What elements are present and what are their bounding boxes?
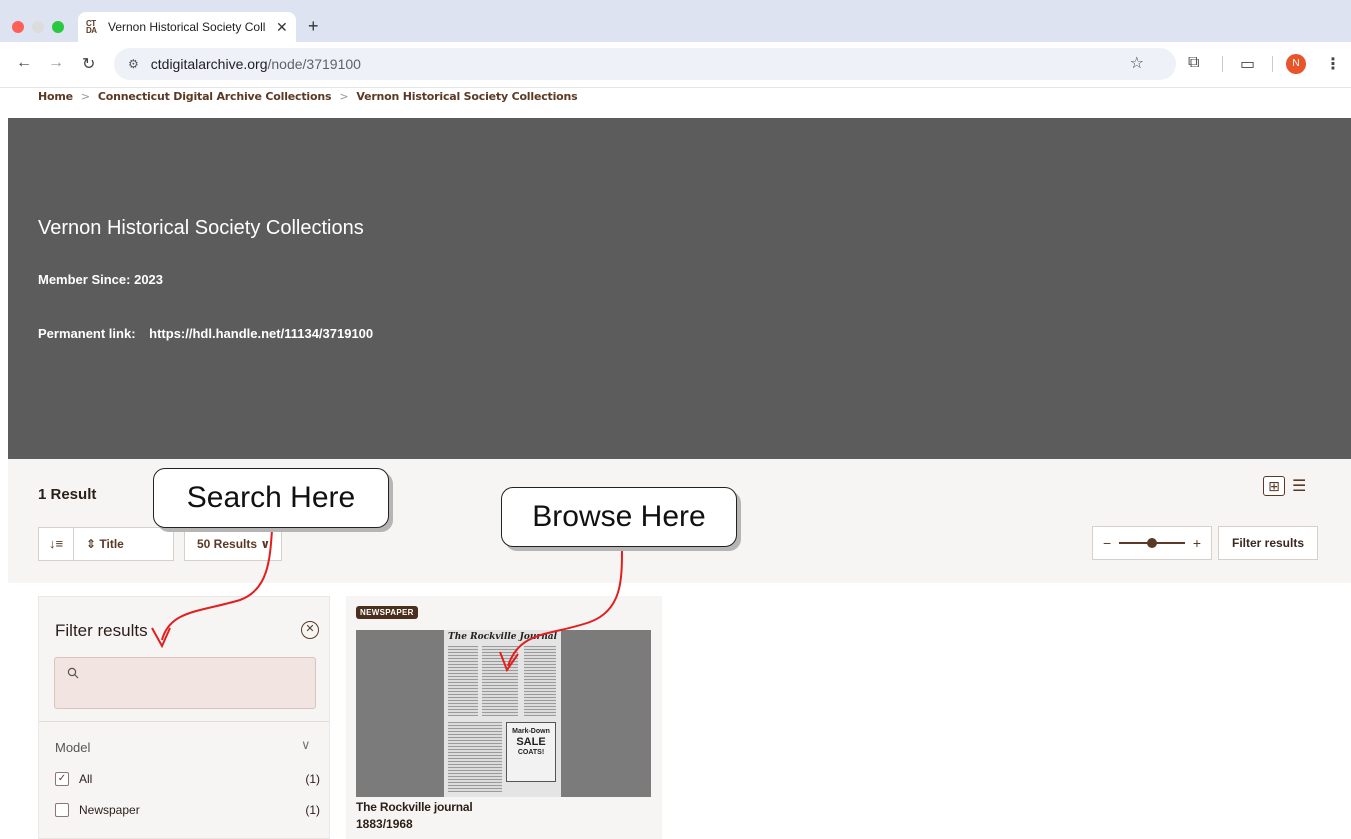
url-path: /node/3719100 — [267, 56, 361, 72]
sort-direction-icon[interactable]: ↓≡ — [38, 527, 74, 561]
kebab-menu-icon[interactable]: ⋮ — [1325, 54, 1341, 74]
breadcrumb: Home > Connecticut Digital Archive Colle… — [38, 90, 578, 103]
results-per-page-select[interactable]: 50 Results ∨ — [184, 527, 282, 561]
browse-here-callout: Browse Here — [501, 487, 737, 547]
item-type-badge: NEWSPAPER — [356, 606, 418, 619]
forward-arrow-icon[interactable]: → — [48, 54, 64, 72]
profile-avatar[interactable]: N — [1286, 54, 1306, 74]
breadcrumb-cda-collections[interactable]: Connecticut Digital Archive Collections — [98, 90, 332, 103]
thumbnail-masthead: The Rockville Journal — [448, 632, 557, 642]
member-since: Member Since: 2023 — [38, 272, 164, 287]
zoom-in-icon[interactable]: + — [1193, 535, 1201, 551]
browser-tab-active[interactable]: CT DA Vernon Historical Society Coll ✕ — [78, 12, 296, 42]
site-settings-icon[interactable]: ⚙ — [128, 57, 139, 71]
newspaper-page-image: The Rockville Journal Mark-Down SALE COA… — [444, 630, 561, 797]
item-date: 1883/1968 — [356, 817, 413, 831]
checkbox-unchecked[interactable] — [55, 803, 69, 817]
facet-label: All — [79, 772, 93, 786]
search-icon — [67, 667, 79, 682]
zoom-out-icon[interactable]: − — [1103, 535, 1111, 551]
facet-count: (1) — [305, 772, 320, 786]
extensions-icon[interactable]: ⧉ — [1188, 54, 1199, 72]
filter-results-button[interactable]: Filter results — [1218, 526, 1318, 560]
cast-icon[interactable]: ▭ — [1240, 54, 1255, 74]
result-card[interactable]: NEWSPAPER The Rockville Journal Mark-Dow… — [346, 596, 662, 839]
facet-label: Newspaper — [79, 803, 140, 817]
thumbnail-ad: Mark-Down SALE COATS! — [506, 722, 556, 782]
breadcrumb-separator: > — [339, 90, 349, 103]
filter-search-box[interactable] — [54, 657, 316, 709]
list-view-icon[interactable]: ☰ — [1292, 476, 1306, 496]
tab-favicon-icon: CT DA — [86, 19, 97, 35]
window-close-dot[interactable] — [12, 21, 24, 33]
close-circle-icon[interactable]: ✕ — [301, 621, 319, 639]
thumbnail-ad-line2: SALE — [516, 736, 546, 748]
item-thumbnail[interactable]: The Rockville Journal Mark-Down SALE COA… — [356, 630, 651, 797]
search-here-callout: Search Here — [153, 468, 389, 528]
sort-field-select[interactable]: ⇕ Title — [74, 527, 174, 561]
sidebar-divider — [39, 721, 329, 722]
toolbar-divider — [1272, 56, 1273, 72]
filter-sidebar: Filter results ✕ Model ∨ ✓ All (1) Newsp… — [38, 596, 330, 839]
bookmark-star-icon[interactable]: ☆ — [1130, 53, 1144, 73]
filter-title: Filter results — [55, 621, 148, 640]
item-title[interactable]: The Rockville journal — [356, 800, 473, 814]
facet-all[interactable]: ✓ All (1) — [55, 772, 320, 786]
thumbnail-ad-line3: COATS! — [517, 749, 545, 756]
chevron-down-icon: ∨ — [260, 537, 271, 551]
tab-title: Vernon Historical Society Coll — [108, 20, 266, 34]
browser-tabstrip: CT DA Vernon Historical Society Coll ✕ + — [0, 0, 1351, 42]
zoom-track[interactable] — [1119, 538, 1185, 548]
reload-icon[interactable]: ↻ — [82, 54, 95, 74]
breadcrumb-separator: > — [80, 90, 90, 103]
sort-arrows-icon: ⇕ — [86, 537, 100, 551]
window-minimize-dot[interactable] — [32, 21, 44, 33]
url-host: ctdigitalarchive.org — [150, 56, 268, 72]
thumbnail-size-slider[interactable]: − + — [1092, 526, 1212, 560]
tab-close-icon[interactable]: ✕ — [276, 19, 288, 36]
window-zoom-dot[interactable] — [52, 21, 64, 33]
grid-view-icon[interactable]: ⊞ — [1263, 476, 1285, 496]
address-bar[interactable]: ⚙ ctdigitalarchive.org /node/3719100 ☆ — [114, 48, 1176, 80]
facet-group-title[interactable]: Model — [55, 740, 90, 755]
chevron-down-icon[interactable]: ∨ — [301, 737, 311, 753]
thumbnail-ad-line1: Mark-Down — [512, 728, 550, 735]
permanent-link-label: Permanent link: — [38, 326, 136, 341]
facet-newspaper[interactable]: Newspaper (1) — [55, 803, 320, 817]
browser-toolbar: ← → ↻ ⚙ ctdigitalarchive.org /node/37191… — [0, 42, 1351, 88]
back-arrow-icon[interactable]: ← — [16, 54, 32, 72]
toolbar-divider — [1222, 56, 1223, 72]
breadcrumb-current: Vernon Historical Society Collections — [356, 90, 578, 103]
result-count: 1 Result — [38, 486, 97, 503]
facet-count: (1) — [305, 803, 320, 817]
permanent-link-url[interactable]: https://hdl.handle.net/11134/3719100 — [149, 326, 373, 341]
checkbox-checked[interactable]: ✓ — [55, 772, 69, 786]
per-page-value: 50 Results — [197, 537, 258, 551]
breadcrumb-home[interactable]: Home — [38, 90, 73, 103]
filter-search-input[interactable] — [85, 664, 305, 686]
permanent-link: Permanent link: https://hdl.handle.net/1… — [38, 326, 373, 341]
new-tab-icon[interactable]: + — [308, 16, 319, 37]
zoom-handle[interactable] — [1147, 538, 1157, 548]
collection-hero: Vernon Historical Society Collections Me… — [8, 118, 1351, 459]
sort-field-value: Title — [99, 537, 124, 551]
page-title: Vernon Historical Society Collections — [38, 217, 364, 239]
